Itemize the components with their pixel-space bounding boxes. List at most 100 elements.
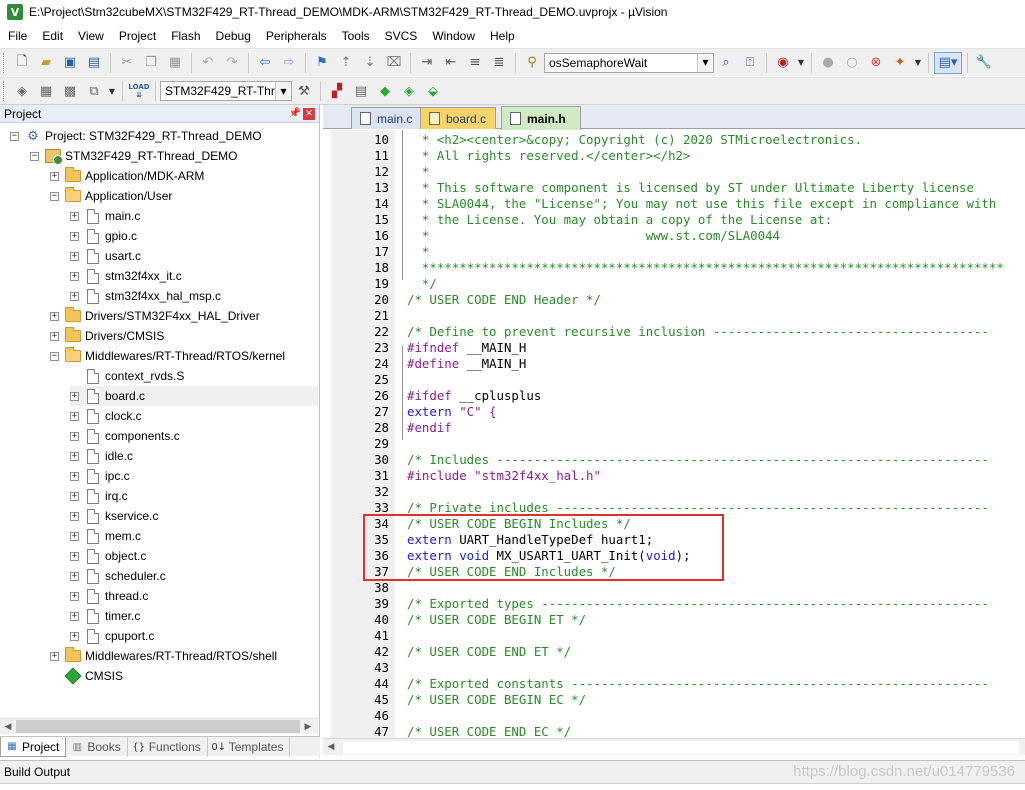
code-line[interactable]: 15 * the License. You may obtain a copy … [323, 212, 1025, 228]
code-line[interactable]: 30 /* Includes --------------------------… [323, 452, 1025, 468]
scroll-right-icon[interactable]: ▶ [300, 719, 316, 735]
code-line[interactable]: 36 extern void MX_USART1_UART_Init(void); [323, 548, 1025, 564]
new-file-icon[interactable]: 🗋 [11, 52, 33, 74]
configure-icon[interactable]: ✦ [889, 52, 911, 74]
expand-icon[interactable]: + [70, 271, 79, 281]
bookmark-icon[interactable]: ⚑ [311, 52, 333, 74]
expand-icon[interactable]: + [70, 531, 79, 541]
prev-bookmark-icon[interactable]: ⇡ [335, 52, 357, 74]
expand-icon[interactable]: + [70, 611, 79, 621]
breakpoint-icon[interactable]: ● [817, 52, 839, 74]
expand-icon[interactable]: + [70, 471, 79, 481]
code-line[interactable]: 21 [323, 308, 1025, 324]
code-line[interactable]: 17 * [323, 244, 1025, 260]
menu-flash[interactable]: Flash [163, 26, 207, 46]
redo-icon[interactable]: ↷ [221, 52, 243, 74]
expand-icon[interactable]: + [50, 311, 59, 321]
navigate-forward-icon[interactable]: ⇨ [278, 52, 300, 74]
target-combo[interactable]: STM32F429_RT-Thread_D ▼ [160, 81, 292, 101]
menu-window[interactable]: Window [424, 26, 482, 46]
tab-project[interactable]: ▦ Project [0, 737, 67, 757]
install-icon[interactable]: ⬙ [422, 80, 444, 102]
save-icon[interactable]: ▣ [59, 52, 81, 74]
cut-icon[interactable]: ✂ [116, 52, 138, 74]
find-icon[interactable]: ⌕ [715, 52, 737, 74]
pin-icon[interactable]: 📌 [287, 108, 303, 119]
uncomment-icon[interactable]: ≣ [488, 52, 510, 74]
expand-icon[interactable]: + [70, 411, 79, 421]
tree-item[interactable]: − Application/User [50, 186, 172, 206]
tree-item[interactable]: + kservice.c [70, 506, 158, 526]
tree-item[interactable]: + clock.c [70, 406, 142, 426]
expand-icon[interactable]: + [70, 631, 79, 641]
expand-icon[interactable]: + [70, 231, 79, 241]
tree-item[interactable]: + irq.c [70, 486, 128, 506]
tree-item[interactable]: + timer.c [70, 606, 140, 626]
tab-board-c[interactable]: board.c [420, 107, 496, 129]
menu-edit[interactable]: Edit [34, 26, 70, 46]
pack-installer-icon[interactable]: ◈ [398, 80, 420, 102]
code-line[interactable]: 35 extern UART_HandleTypeDef huart1; [323, 532, 1025, 548]
manage-run-time-environment-icon[interactable]: ◆ [374, 80, 396, 102]
code-line[interactable]: 38 [323, 580, 1025, 596]
expand-icon[interactable]: + [50, 651, 59, 661]
next-bookmark-icon[interactable]: ⇣ [359, 52, 381, 74]
code-line[interactable]: 43 [323, 660, 1025, 676]
menu-peripherals[interactable]: Peripherals [258, 26, 334, 46]
code-line[interactable]: 13 * This software component is licensed… [323, 180, 1025, 196]
expand-icon[interactable]: + [70, 251, 79, 261]
expand-icon[interactable]: + [50, 171, 59, 181]
incremental-find-icon[interactable]: ⍐ [739, 52, 761, 74]
collapse-icon[interactable]: − [50, 191, 59, 201]
expand-icon[interactable]: + [70, 451, 79, 461]
code-line[interactable]: 31 #include "stm32f4xx_hal.h" [323, 468, 1025, 484]
menu-help[interactable]: Help [482, 26, 522, 46]
tree-item[interactable]: + main.c [70, 206, 140, 226]
navigate-back-icon[interactable]: ⇦ [254, 52, 276, 74]
code-line[interactable]: 28 #endif [323, 420, 1025, 436]
tree-item[interactable]: + stm32f4xx_hal_msp.c [70, 286, 221, 306]
code-line[interactable]: 12 * [323, 164, 1025, 180]
code-line[interactable]: 32 [323, 484, 1025, 500]
tree-item[interactable]: CMSIS [50, 666, 123, 686]
open-folder-icon[interactable]: ▰ [35, 52, 57, 74]
tree-item[interactable]: + ipc.c [70, 466, 130, 486]
tree-item[interactable]: − ⚙ Project: STM32F429_RT-Thread_DEMO [10, 126, 262, 146]
clear-bookmarks-icon[interactable]: ⌧ [383, 52, 405, 74]
chevron-down-icon[interactable]: ▼ [275, 82, 291, 100]
scroll-left-icon[interactable]: ◀ [323, 739, 339, 755]
tree-item[interactable]: context_rvds.S [70, 366, 184, 386]
code-line[interactable]: 10 * <h2><center>&copy; Copyright (c) 20… [323, 132, 1025, 148]
code-line[interactable]: 44 /* Exported constants ----------------… [323, 676, 1025, 692]
tree-item[interactable]: + gpio.c [70, 226, 137, 246]
code-line[interactable]: 39 /* Exported types --------------------… [323, 596, 1025, 612]
select-packs-icon[interactable]: ▤ [350, 80, 372, 102]
code-line[interactable]: 41 [323, 628, 1025, 644]
build-icon[interactable]: ▦ [35, 80, 57, 102]
tree-item[interactable]: + Application/MDK-ARM [50, 166, 204, 186]
tab-functions[interactable]: {} Functions [128, 737, 208, 757]
expand-icon[interactable]: + [50, 331, 59, 341]
menu-project[interactable]: Project [111, 26, 163, 46]
copy-icon[interactable]: ❐ [140, 52, 162, 74]
collapse-icon[interactable]: − [50, 351, 59, 361]
window-layout-icon[interactable]: ▤▾ [934, 51, 962, 74]
tree-item[interactable]: + Drivers/CMSIS [50, 326, 164, 346]
tree-item[interactable]: + usart.c [70, 246, 141, 266]
editor-hscroll[interactable]: ◀ [323, 738, 1025, 755]
translate-icon[interactable]: ◈ [11, 80, 33, 102]
manage-project-items-icon[interactable]: ▞ [326, 80, 348, 102]
collapse-icon[interactable]: − [10, 131, 19, 141]
tree-item[interactable]: + scheduler.c [70, 566, 166, 586]
tree-item[interactable]: + object.c [70, 546, 146, 566]
code-line[interactable]: 16 * www.st.com/SLA0044 [323, 228, 1025, 244]
tree-item[interactable]: + idle.c [70, 446, 133, 466]
project-tree-hscroll[interactable]: ◀ ▶ [0, 718, 318, 734]
expand-icon[interactable]: + [70, 551, 79, 561]
scrollbar-thumb[interactable] [16, 720, 300, 733]
target-options-icon[interactable]: ⚒ [293, 80, 315, 102]
tree-item[interactable]: + thread.c [70, 586, 148, 606]
tab-templates[interactable]: 0↓ Templates [208, 737, 291, 757]
debug-session-icon[interactable]: ◉ [772, 52, 794, 74]
scrollbar-thumb[interactable] [343, 740, 1019, 754]
